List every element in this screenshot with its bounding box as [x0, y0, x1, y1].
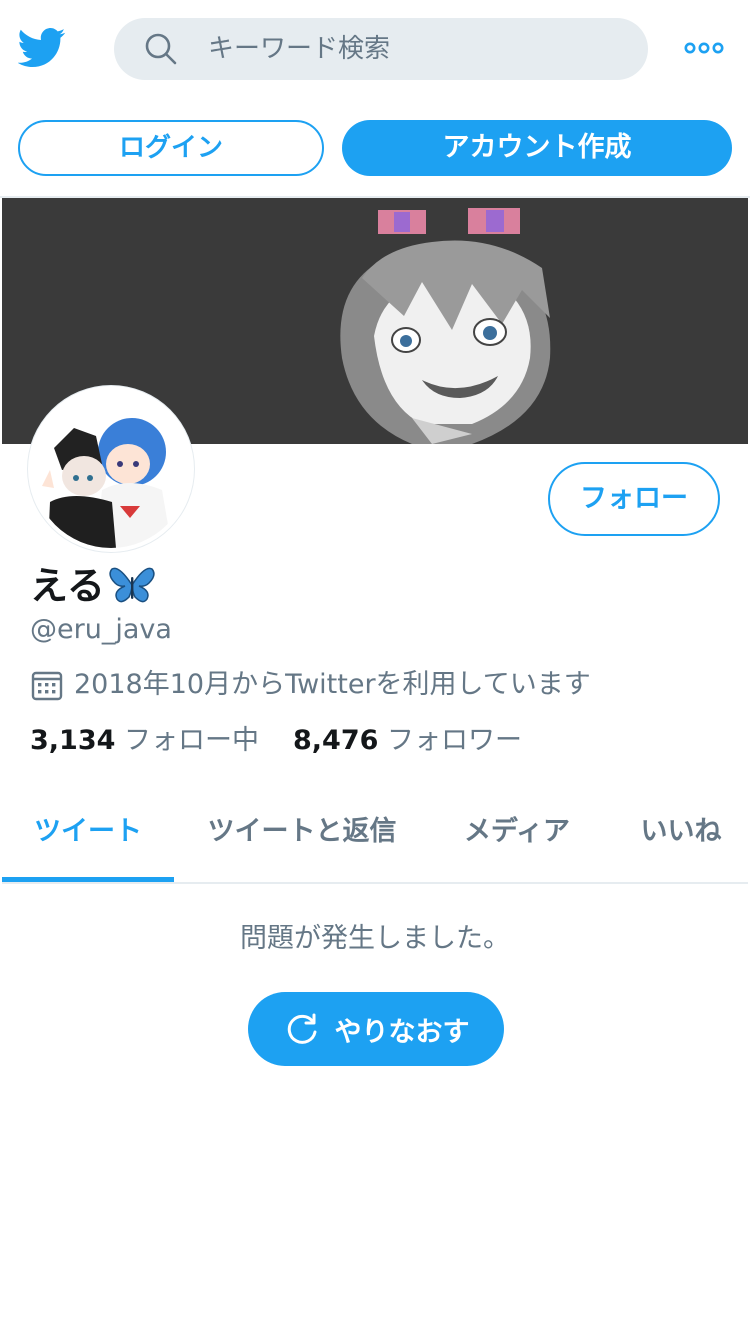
profile-tabs: ツイート ツイートと返信 メディア いいね [2, 786, 748, 884]
search-bar[interactable]: キーワード検索 [114, 18, 648, 80]
tab-tweets[interactable]: ツイート [2, 786, 174, 882]
login-button[interactable]: ログイン [18, 120, 324, 176]
profile-handle: @eru_java [30, 614, 172, 645]
twitter-bird-icon[interactable] [18, 27, 66, 69]
avatar[interactable] [28, 386, 194, 552]
profile-name-text: える [30, 564, 105, 608]
search-input[interactable]: キーワード検索 [208, 34, 390, 64]
active-tab-indicator [2, 877, 174, 882]
follow-button[interactable]: フォロー [548, 462, 720, 536]
followers-count: 8,476 [293, 725, 379, 756]
profile-name: える [30, 562, 155, 610]
more-dots-icon[interactable] [684, 40, 724, 56]
error-message: 問題が発生しました。 [240, 923, 510, 954]
auth-bar: ログイン アカウント作成 [0, 98, 750, 198]
refresh-icon [287, 1013, 316, 1044]
tab-tweets-replies[interactable]: ツイートと返信 [188, 786, 416, 882]
retry-button[interactable]: やりなおす [248, 992, 504, 1066]
following-link[interactable]: 3,134 フォロー中 [30, 725, 259, 756]
tab-media[interactable]: メディア [444, 786, 590, 882]
retry-label: やりなおす [334, 1016, 470, 1048]
avatar-illustration [32, 390, 190, 548]
followers-label: フォロワー [387, 725, 522, 756]
followers-link[interactable]: 8,476 フォロワー [293, 725, 522, 756]
following-label: フォロー中 [124, 725, 259, 756]
search-icon [145, 33, 177, 65]
joined-date: 2018年10月からTwitterを利用しています [30, 666, 591, 704]
butterfly-icon [109, 567, 155, 603]
tab-likes[interactable]: いいね [616, 786, 746, 882]
signup-button[interactable]: アカウント作成 [342, 120, 732, 176]
following-count: 3,134 [30, 725, 116, 756]
top-bar: キーワード検索 [0, 0, 750, 98]
follow-stats: 3,134 フォロー中 8,476 フォロワー [30, 722, 522, 760]
joined-text: 2018年10月からTwitterを利用しています [74, 669, 591, 700]
calendar-icon [31, 671, 63, 701]
